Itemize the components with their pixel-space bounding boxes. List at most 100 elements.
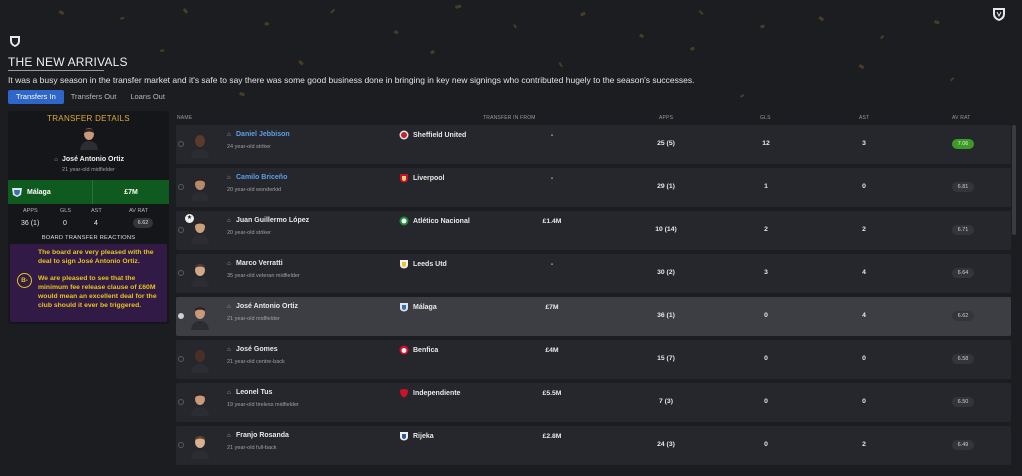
title-underline	[8, 70, 104, 71]
from-club[interactable]: Benfica	[399, 345, 438, 355]
grade-badge: B-	[17, 273, 32, 288]
goals-value: 1	[764, 183, 768, 190]
page-title: THE NEW ARRIVALS	[8, 55, 128, 69]
row-select-radio[interactable]	[178, 184, 184, 190]
crest-icon	[10, 36, 20, 47]
player-name[interactable]: ⌂ Juan Guillermo López	[227, 217, 309, 224]
row-select-radio[interactable]	[178, 270, 184, 276]
player-avatar-icon	[191, 307, 209, 330]
from-club[interactable]: Liverpool	[399, 173, 445, 183]
apps-value: 29 (1)	[657, 183, 675, 190]
from-club[interactable]: Atlético Nacional	[399, 216, 470, 226]
rating-badge: 7.06	[952, 139, 974, 149]
reactions-title: BOARD TRANSFER REACTIONS	[41, 235, 136, 241]
table-row[interactable]: ★ ⌂ Juan Guillermo López 20 year-old stri…	[176, 211, 1011, 250]
stat-label-gls: GLS	[60, 208, 72, 214]
player-desc: 21 year-old midfielder	[227, 316, 280, 322]
transfer-fee: -	[550, 175, 554, 182]
row-select-radio[interactable]	[178, 313, 184, 319]
row-select-radio[interactable]	[178, 399, 184, 405]
row-select-radio[interactable]	[178, 227, 184, 233]
from-club[interactable]: Leeds Utd	[399, 259, 447, 269]
table-row[interactable]: ⌂ José Gomes 21 year-old centre-back Benf…	[176, 340, 1011, 379]
person-icon: ⌂	[54, 157, 58, 163]
player-name-text: Juan Guillermo López	[236, 217, 310, 224]
row-select-radio[interactable]	[178, 356, 184, 362]
player-name[interactable]: ⌂ Daniel Jebbison	[227, 131, 290, 138]
person-icon: ⌂	[227, 218, 231, 224]
row-select-radio[interactable]	[178, 141, 184, 147]
rating-badge: 6.49	[952, 440, 974, 450]
player-name[interactable]: ⌂ José Gomes	[227, 346, 278, 353]
tab-loans-out[interactable]: Loans Out	[123, 90, 172, 104]
assists-value: 0	[862, 355, 866, 362]
apps-value: 24 (3)	[657, 441, 675, 448]
from-club-name: Benfica	[413, 346, 439, 354]
transfer-fee: £7M	[545, 304, 559, 311]
col-header-from[interactable]: TRANSFER IN FROM	[483, 115, 536, 121]
player-name[interactable]: ⌂ Franjo Rosanda	[227, 432, 289, 439]
table-row[interactable]: ⌂ Daniel Jebbison 24 year-old striker She…	[176, 125, 1011, 164]
goals-value: 2	[764, 226, 768, 233]
tab-transfers-out[interactable]: Transfers Out	[64, 90, 124, 104]
col-header-rat[interactable]: AV RAT	[952, 115, 971, 121]
from-club[interactable]: Sheffield United	[399, 130, 466, 140]
person-icon: ⌂	[227, 347, 231, 353]
apps-value: 30 (2)	[657, 269, 675, 276]
table-row-selected[interactable]: ⌂ José Antonio Ortiz 21 year-old midfield…	[176, 297, 1011, 336]
apps-value: 36 (1)	[657, 312, 675, 319]
col-header-ast[interactable]: AST	[859, 115, 869, 121]
rating-badge: 6.81	[952, 182, 974, 192]
goals-value: 0	[764, 441, 768, 448]
stat-value-ast: 4	[94, 220, 98, 227]
from-club[interactable]: Málaga	[399, 302, 437, 312]
assists-value: 0	[862, 398, 866, 405]
player-name-text: Daniel Jebbison	[236, 131, 290, 138]
player-avatar-icon	[191, 264, 209, 287]
from-club-name: Rijeka	[413, 432, 434, 440]
player-name-text: Franjo Rosanda	[236, 432, 289, 439]
goals-value: 0	[764, 355, 768, 362]
apps-value: 15 (7)	[657, 355, 675, 362]
goals-value: 0	[764, 398, 768, 405]
table-row[interactable]: ⌂ Leonel Tus 19 year-old tireless midfiel…	[176, 383, 1011, 422]
table-scrollbar[interactable]	[1012, 125, 1016, 235]
player-avatar-icon	[191, 135, 209, 158]
col-header-name[interactable]: NAME	[177, 115, 192, 121]
table-row[interactable]: ⌂ Marco Verratti 35 year-old veteran midf…	[176, 254, 1011, 293]
from-club[interactable]: Rijeka	[399, 431, 434, 441]
person-icon: ⌂	[227, 261, 231, 267]
table-row[interactable]: ⌂ Camilo Briceño 20 year-old wonderkid Li…	[176, 168, 1011, 207]
col-header-apps[interactable]: APPS	[659, 115, 673, 121]
player-name[interactable]: ⌂ José Antonio Ortiz	[227, 303, 298, 310]
tab-transfers-in[interactable]: Transfers In	[8, 90, 64, 104]
page-subtitle: It was a busy season in the transfer mar…	[8, 75, 695, 85]
panel-title: TRANSFER DETAILS	[47, 114, 130, 123]
tab-bar: Transfers In Transfers Out Loans Out	[8, 90, 172, 104]
star-icon: ★	[185, 214, 194, 223]
stat-label-ast: AST	[91, 208, 102, 214]
player-name-text: Camilo Briceño	[236, 174, 288, 181]
person-icon: ⌂	[227, 132, 231, 138]
details-club[interactable]: Málaga	[8, 180, 92, 204]
liverpool-crest-icon	[400, 174, 408, 183]
row-select-radio[interactable]	[178, 442, 184, 448]
stat-value-gls: 0	[63, 220, 67, 227]
leeds-crest-icon	[400, 260, 408, 269]
player-avatar-icon	[191, 393, 209, 416]
player-name[interactable]: ⌂ Marco Verratti	[227, 260, 283, 267]
rijeka-crest-icon	[400, 432, 408, 441]
stat-label-apps: APPS	[23, 208, 38, 214]
player-name-text: José Gomes	[236, 346, 278, 353]
table-row[interactable]: ⌂ Franjo Rosanda 21 year-old full-back Ri…	[176, 426, 1011, 465]
player-name[interactable]: ⌂ Camilo Briceño	[227, 174, 287, 181]
details-player-name[interactable]: ⌂ José Antonio Ortiz	[8, 156, 169, 163]
from-club[interactable]: Independiente	[399, 388, 460, 398]
player-desc: 21 year-old full-back	[227, 445, 277, 451]
player-desc: 19 year-old tireless midfielder	[227, 402, 299, 408]
from-club-name: Liverpool	[413, 174, 445, 182]
col-header-gls[interactable]: GLS	[760, 115, 771, 121]
person-icon: ⌂	[227, 175, 231, 181]
player-name[interactable]: ⌂ Leonel Tus	[227, 389, 272, 396]
apps-value: 7 (3)	[659, 398, 673, 405]
